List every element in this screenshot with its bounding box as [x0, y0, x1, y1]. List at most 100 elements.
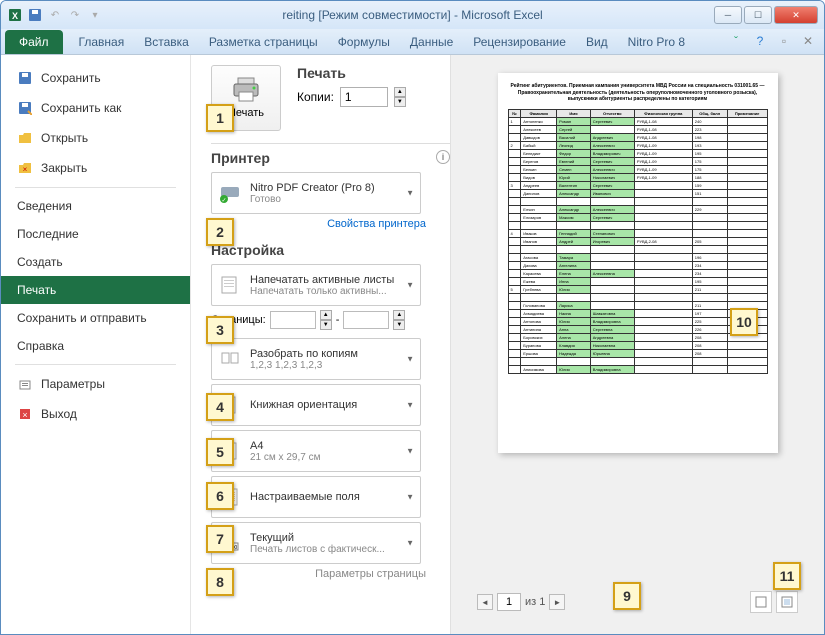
printer-ready-icon: ✓	[218, 181, 242, 205]
copies-up[interactable]: ▲	[394, 87, 406, 97]
preview-doc-title: Рейтинг абитуриентов. Приемная кампания …	[508, 83, 768, 103]
chevron-down-icon: ▼	[406, 189, 414, 198]
callout-8: 8	[206, 568, 234, 596]
nav-share[interactable]: Сохранить и отправить	[1, 304, 190, 332]
preview-table: №ФамилияИмяОтчествоФизическая группаОбщ.…	[508, 109, 768, 374]
nav-open[interactable]: Открыть	[1, 123, 190, 153]
dd-main: Напечатать активные листы	[250, 274, 414, 286]
titlebar: X ↶ ↷ ▾ reiting [Режим совместимости] - …	[1, 1, 824, 29]
tab-formulas[interactable]: Формулы	[328, 30, 400, 54]
nav-print[interactable]: Печать	[1, 276, 190, 304]
page-number-input[interactable]	[497, 593, 521, 611]
nav-label: Создать	[17, 255, 63, 269]
nav-help[interactable]: Справка	[1, 332, 190, 360]
copies-input[interactable]	[340, 87, 388, 107]
orientation-dropdown[interactable]: Книжная ориентация ▼	[211, 384, 421, 426]
redo-icon[interactable]: ↷	[67, 7, 83, 23]
nav-label: Закрыть	[41, 161, 87, 175]
restore-window-icon[interactable]: ▫	[776, 33, 792, 49]
save-icon[interactable]	[27, 7, 43, 23]
open-icon	[17, 130, 33, 146]
dd-sub: 1,2,3 1,2,3 1,2,3	[250, 360, 414, 371]
collate-dropdown[interactable]: Разобрать по копиям1,2,3 1,2,3 1,2,3 ▼	[211, 338, 421, 380]
tab-view[interactable]: Вид	[576, 30, 618, 54]
close-workbook-icon[interactable]: ✕	[800, 33, 816, 49]
copies-label: Копии:	[297, 90, 334, 104]
printer-status: Готово	[250, 194, 414, 205]
sheets-icon	[218, 273, 242, 297]
printer-icon	[230, 77, 262, 103]
nav-label: Сохранить и отправить	[17, 311, 147, 325]
chevron-down-icon: ▼	[406, 281, 414, 290]
settings-section-title: Настройка	[211, 242, 450, 258]
callout-9: 9	[613, 582, 641, 610]
minimize-button[interactable]: ─	[714, 6, 742, 24]
nav-label: Сохранить	[41, 71, 101, 85]
print-preview-column: Рейтинг абитуриентов. Приемная кампания …	[451, 55, 824, 634]
print-header: Печать	[297, 65, 406, 81]
tab-nitro[interactable]: Nitro Pro 8	[618, 30, 695, 54]
prev-page-button[interactable]: ◄	[477, 594, 493, 610]
quick-access-toolbar: X ↶ ↷ ▾	[7, 7, 103, 23]
page-setup-link[interactable]: Параметры страницы	[211, 568, 426, 580]
nav-save-as[interactable]: Сохранить как	[1, 93, 190, 123]
dd-main: Разобрать по копиям	[250, 348, 414, 360]
margins-dropdown[interactable]: Настраиваемые поля ▼	[211, 476, 421, 518]
next-page-button[interactable]: ►	[549, 594, 565, 610]
zoom-to-page-button[interactable]	[776, 591, 798, 613]
dd-main: Книжная ориентация	[250, 399, 414, 411]
scaling-dropdown[interactable]: 100 ТекущийПечать листов с фактическ... …	[211, 522, 421, 564]
nav-new[interactable]: Создать	[1, 248, 190, 276]
nav-save[interactable]: Сохранить	[1, 63, 190, 93]
minimize-ribbon-icon[interactable]: ˇ	[728, 33, 744, 49]
nav-options[interactable]: Параметры	[1, 369, 190, 399]
tab-insert[interactable]: Вставка	[134, 30, 199, 54]
maximize-button[interactable]: ☐	[744, 6, 772, 24]
file-tab[interactable]: Файл	[5, 30, 63, 54]
callout-11: 11	[773, 562, 801, 590]
collate-icon	[218, 347, 242, 371]
show-margins-button[interactable]	[750, 591, 772, 613]
print-what-dropdown[interactable]: Напечатать активные листыНапечатать толь…	[211, 264, 421, 306]
pages-to-input[interactable]	[343, 311, 389, 329]
nav-label: Открыть	[41, 131, 88, 145]
nav-label: Справка	[17, 339, 64, 353]
printer-properties-link[interactable]: Свойства принтера	[211, 218, 426, 230]
help-icon[interactable]: ?	[752, 33, 768, 49]
callout-10: 10	[730, 308, 758, 336]
tab-review[interactable]: Рецензирование	[463, 30, 576, 54]
nav-info[interactable]: Сведения	[1, 192, 190, 220]
qat-dropdown-icon[interactable]: ▾	[87, 7, 103, 23]
undo-icon[interactable]: ↶	[47, 7, 63, 23]
dd-sub: Напечатать только активны...	[250, 286, 414, 297]
tab-data[interactable]: Данные	[400, 30, 463, 54]
info-icon[interactable]: i	[436, 150, 450, 164]
callout-6: 6	[206, 482, 234, 510]
nav-label: Сведения	[17, 199, 72, 213]
nav-close[interactable]: × Закрыть	[1, 153, 190, 183]
nav-recent[interactable]: Последние	[1, 220, 190, 248]
chevron-down-icon: ▼	[406, 401, 414, 410]
tab-layout[interactable]: Разметка страницы	[199, 30, 328, 54]
nav-label: Параметры	[41, 377, 105, 391]
chevron-down-icon: ▼	[406, 539, 414, 548]
save-icon	[17, 70, 33, 86]
nav-label: Сохранить как	[41, 101, 121, 115]
callout-5: 5	[206, 438, 234, 466]
copies-down[interactable]: ▼	[394, 97, 406, 107]
nav-label: Печать	[17, 283, 56, 297]
callout-3: 3	[206, 316, 234, 344]
pages-from-input[interactable]	[270, 311, 316, 329]
close-button[interactable]: ✕	[774, 6, 818, 24]
svg-text:×: ×	[23, 165, 28, 174]
nav-label: Выход	[41, 407, 77, 421]
svg-text:✓: ✓	[221, 198, 226, 203]
ribbon-tabs: Файл Главная Вставка Разметка страницы Ф…	[1, 29, 824, 55]
dd-main: Текущий	[250, 532, 414, 544]
nav-exit[interactable]: ×Выход	[1, 399, 190, 429]
svg-text:X: X	[12, 11, 18, 21]
save-as-icon	[17, 100, 33, 116]
papersize-dropdown[interactable]: A421 см x 29,7 см ▼	[211, 430, 421, 472]
tab-home[interactable]: Главная	[69, 30, 135, 54]
printer-dropdown[interactable]: ✓ Nitro PDF Creator (Pro 8)Готово ▼	[211, 172, 421, 214]
